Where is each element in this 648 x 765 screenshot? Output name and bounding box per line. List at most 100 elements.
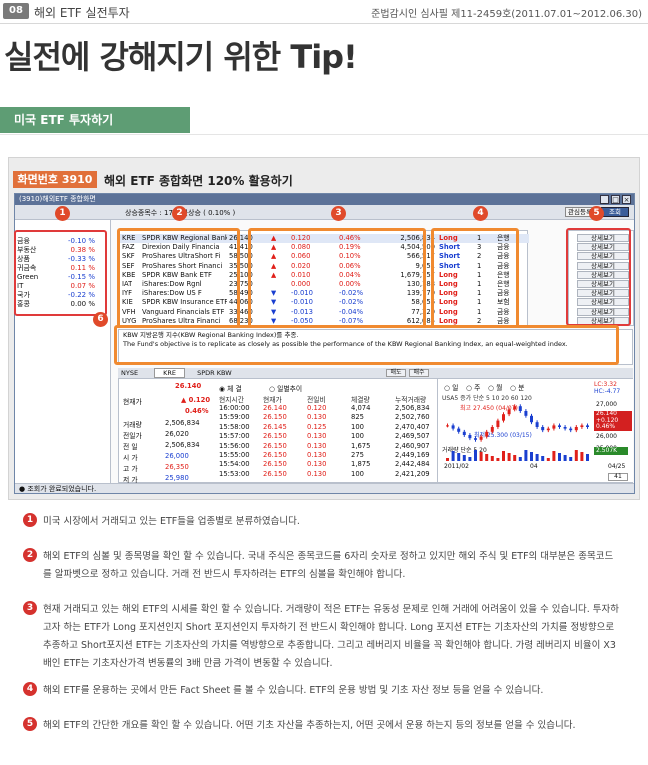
volume-bar	[530, 452, 533, 461]
page-title: 실전에 강해지기 위한 Tip!	[4, 38, 358, 76]
tick-cell: 26.150	[263, 441, 287, 450]
radio-trades[interactable]: ◉ 체 결	[219, 383, 242, 393]
highlight-sectors	[14, 230, 107, 316]
note-text: 해외 ETF를 운용하는 곳에서 만든 Fact Sheet 를 볼 수 있습니…	[43, 685, 544, 696]
tick-cell: 2,469,507	[395, 432, 430, 441]
candle-body	[524, 411, 528, 416]
tick-cell: 0.130	[307, 469, 327, 478]
chart-tab[interactable]: ○ 일	[444, 382, 458, 392]
tick-cell: 2,502,760	[395, 413, 430, 422]
callout-badge: 3	[331, 206, 346, 221]
zoom-input[interactable]: 41	[608, 473, 628, 481]
quote-value: 26,350	[165, 463, 189, 471]
sell-button[interactable]: 매도	[386, 369, 406, 377]
note-number: 1	[23, 513, 37, 527]
tick-cell: 2,421,209	[395, 469, 430, 478]
quote-bar: NYSE KRE SPDR KBW 매도 매수	[118, 368, 633, 378]
candle-body	[552, 425, 556, 429]
tick-cell: 0.130	[307, 451, 327, 459]
volume-bar	[462, 455, 466, 461]
status-text: 조회가 완료되었습니다.	[27, 485, 97, 493]
candle-body	[485, 431, 489, 437]
divider	[0, 134, 648, 135]
quote-label: 고 가	[123, 465, 138, 473]
candle-body	[462, 431, 466, 435]
tick-cell: 275	[351, 451, 364, 459]
note-text: 미국 시장에서 거래되고 있는 ETF들을 업종별로 분류하였습니다.	[43, 516, 300, 527]
candle-body	[563, 427, 567, 429]
chart-tab[interactable]: ○ 월	[488, 382, 502, 392]
candlestick-plot	[446, 404, 589, 461]
buy-button[interactable]: 매수	[409, 369, 429, 377]
candle-body	[446, 425, 449, 427]
quote-value: 2,506,834	[165, 441, 200, 449]
close-button[interactable]: ×	[622, 195, 631, 204]
radio-daily[interactable]: ○ 일별추이	[269, 383, 302, 393]
callout-badge: 4	[473, 206, 488, 221]
axis-tick: 26,000	[596, 433, 617, 440]
tick-cell: 0.120	[307, 404, 327, 412]
quote-label: 거래량	[123, 421, 142, 429]
volume-bar	[479, 452, 483, 461]
tick-cell: 15:57:00	[219, 432, 250, 441]
query-button[interactable]: 조회	[601, 207, 629, 217]
candle-body	[586, 425, 589, 427]
toolbar: 상승종목수 : 17 평균상승 ( 0.10% ) 관심등록 조회	[15, 205, 634, 220]
quote-value: 26,020	[165, 430, 189, 438]
tick-cell: 2,460,907	[395, 441, 430, 450]
volume-bar	[552, 451, 556, 461]
candle-body	[569, 428, 573, 431]
status-bar: ● 조회가 완료되었습니다.	[15, 483, 634, 493]
tick-cell: 2,470,407	[395, 422, 430, 431]
candle-body	[468, 435, 472, 439]
volume-bar	[457, 453, 461, 461]
tick-cell: 26.140	[263, 404, 287, 412]
tick-column-header: 누적거래량	[395, 396, 427, 404]
tick-cell: 4,074	[351, 404, 371, 412]
tick-cell: 2,442,484	[395, 460, 430, 469]
volume-bar	[502, 451, 505, 461]
volume-tag: 2.507K	[594, 447, 628, 455]
volume-bar	[535, 454, 539, 461]
quote-value: 25,980	[165, 474, 189, 482]
quote-panel: 26.140 현재가 ▲ 0.120 0.46% 거래량 2,506,834 전일가 26,0…	[118, 378, 633, 484]
note-text: 해외 ETF의 심볼 및 종목명을 확인 할 수 있습니다. 국내 주식은 종목…	[43, 551, 614, 580]
section-title: 해외 ETF 실전투자	[34, 6, 130, 20]
candle-body	[479, 436, 483, 440]
tick-cell: 0.130	[307, 413, 327, 422]
maximize-button[interactable]: □	[611, 195, 620, 204]
symbol-input[interactable]: KRE	[154, 368, 186, 378]
quote-price: 26.140	[175, 382, 202, 390]
candle-body	[496, 420, 500, 427]
tick-cell: 100	[351, 422, 364, 431]
candle-body	[558, 425, 561, 427]
candle-body	[474, 438, 477, 440]
candle-body	[502, 414, 505, 421]
tick-cell: 825	[351, 413, 364, 422]
tick-column-header: 현재가	[263, 396, 282, 404]
chart-tab[interactable]: ○ 분	[510, 382, 524, 392]
chart-date: 2011/02	[444, 463, 469, 470]
quote-label: 시 가	[123, 454, 138, 462]
candle-body	[530, 415, 533, 423]
minimize-button[interactable]: _	[600, 195, 609, 204]
tick-cell: 2,449,169	[395, 451, 430, 459]
price-chart: ○ 일 ○ 주 ○ 월 ○ 분 USA5 증가 단순 5 10 20 60 120 최고 …	[437, 379, 633, 482]
tick-cell: 2,506,834	[395, 404, 430, 412]
highlight-description	[114, 325, 619, 365]
volume-bar	[563, 455, 567, 461]
volume-bar	[496, 458, 500, 461]
highlight-factsheet	[566, 228, 631, 326]
chart-tab[interactable]: ○ 주	[466, 382, 480, 392]
tick-cell: 1,875	[351, 460, 371, 469]
candle-body	[535, 422, 539, 427]
volume-bar	[524, 450, 528, 461]
volume-bar	[513, 455, 517, 461]
note-number: 2	[23, 548, 37, 562]
candle-body	[507, 409, 511, 415]
note-number: 4	[23, 682, 37, 696]
tick-cell: 26.145	[263, 422, 287, 431]
callout-badge: 6	[93, 312, 108, 327]
tick-cell: 0.130	[307, 432, 327, 441]
candle-body	[513, 406, 517, 410]
